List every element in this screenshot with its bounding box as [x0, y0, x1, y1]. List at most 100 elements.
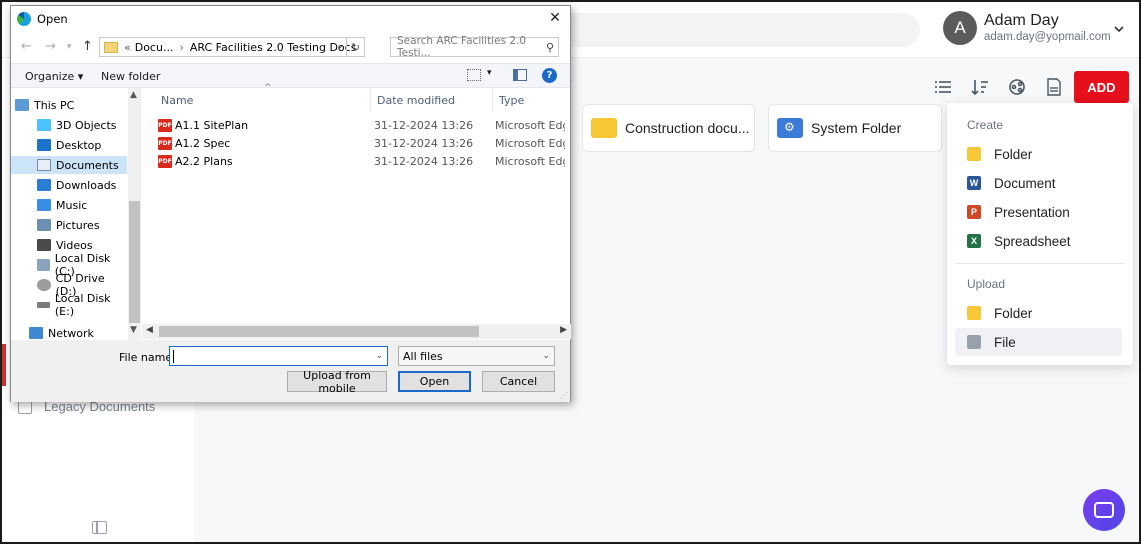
resize-grip-icon[interactable]: ⋰: [560, 391, 568, 400]
refresh-icon[interactable]: ↻: [346, 37, 364, 57]
file-upload-icon: [967, 335, 981, 349]
address-row: ← → ▾ ↑ « Docu... › ARC Facilities 2.0 T…: [11, 35, 570, 60]
folder-icon: [967, 147, 981, 161]
dialog-titlebar: Open: [11, 6, 570, 32]
scroll-down-icon[interactable]: ▼: [130, 325, 137, 335]
navigation-scrollbar[interactable]: ▲ ▼: [128, 88, 141, 340]
chevron-down-icon[interactable]: ▾: [487, 68, 492, 78]
new-folder-button[interactable]: New folder: [101, 70, 160, 83]
upload-from-mobile-button[interactable]: Upload from mobile: [287, 369, 387, 395]
help-icon[interactable]: ?: [542, 68, 557, 83]
file-row[interactable]: PDF A1.2 Spec 31-12-2024 13:26 Microsoft…: [158, 134, 578, 152]
organize-button[interactable]: Organize ▾: [25, 70, 83, 83]
nav-item-3d-objects[interactable]: 3D Objects: [11, 116, 127, 134]
user-menu[interactable]: A Adam Day adam.day@yopmail.com: [943, 11, 1111, 45]
menu-item-create-spreadsheet[interactable]: X Spreadsheet: [955, 227, 1122, 255]
avatar[interactable]: A: [943, 11, 977, 45]
breadcrumb-item[interactable]: ARC Facilities 2.0 Testing Docs: [190, 41, 357, 54]
3d-objects-icon: [37, 119, 51, 131]
chevron-down-icon[interactable]: ⌄: [336, 41, 344, 51]
file-list: Name ^ Date modified Type PDF A1.1 SiteP…: [142, 83, 574, 324]
collapse-sidebar-icon[interactable]: [92, 521, 107, 534]
file-row[interactable]: PDF A2.2 Plans 31-12-2024 13:26 Microsof…: [158, 152, 578, 170]
chevron-down-icon[interactable]: [1114, 24, 1124, 34]
dialog-title: Open: [37, 12, 68, 26]
scrollbar-thumb[interactable]: [129, 201, 140, 323]
dialog-footer: File name: ⌄ All files ⌄ Upload from mob…: [11, 340, 570, 402]
recent-locations-chevron-icon[interactable]: ▾: [67, 42, 72, 52]
chevron-down-icon[interactable]: ⌄: [542, 351, 550, 361]
nav-item-local-disk-e[interactable]: Local Disk (E:): [11, 292, 127, 318]
folder-tile[interactable]: System Folder: [768, 104, 942, 152]
excel-icon: X: [967, 234, 981, 248]
export-xls-icon[interactable]: [1045, 78, 1063, 96]
back-arrow-icon[interactable]: ←: [21, 39, 32, 54]
horizontal-scrollbar[interactable]: ◀ ▶: [142, 324, 571, 339]
folder-search-input[interactable]: Search ARC Facilities 2.0 Testi... ⚲: [390, 35, 559, 59]
scroll-left-icon[interactable]: ◀: [146, 325, 153, 335]
view-options-icon[interactable]: [467, 69, 481, 81]
preview-pane-icon[interactable]: [513, 69, 527, 81]
menu-section-upload: Upload: [967, 277, 1006, 291]
breadcrumb-separator-icon: ›: [179, 40, 184, 54]
up-arrow-icon[interactable]: ↑: [82, 39, 93, 54]
screen-frame: A Adam Day adam.day@yopmail.com Legacy D…: [0, 0, 1141, 544]
column-header-label: Name: [161, 93, 194, 107]
sort-icon[interactable]: [971, 78, 989, 96]
chat-button[interactable]: [1083, 489, 1125, 531]
menu-item-label: Folder: [994, 146, 1033, 162]
list-view-icon[interactable]: [934, 78, 952, 96]
system-folder-icon: [777, 118, 803, 138]
desktop-icon: [37, 139, 51, 151]
disk-icon: [37, 302, 50, 308]
menu-item-label: Folder: [994, 305, 1033, 321]
close-icon[interactable]: ✕: [548, 11, 562, 25]
nav-item-label: Videos: [56, 238, 93, 252]
nav-item-this-pc[interactable]: This PC: [15, 96, 131, 114]
menu-item-upload-folder[interactable]: Folder: [955, 299, 1122, 327]
scroll-right-icon[interactable]: ▶: [560, 325, 567, 335]
column-header-date[interactable]: Date modified: [372, 88, 493, 112]
column-header-name[interactable]: Name ^: [156, 83, 371, 112]
open-button[interactable]: Open: [398, 371, 471, 392]
nav-item-documents[interactable]: Documents: [11, 156, 127, 174]
nav-item-label: This PC: [34, 98, 75, 112]
folder-upload-icon: [967, 306, 981, 320]
file-row[interactable]: PDF A1.1 SitePlan 31-12-2024 13:26 Micro…: [158, 116, 578, 134]
add-button[interactable]: ADD: [1074, 71, 1129, 103]
column-header-type[interactable]: Type: [494, 88, 574, 112]
nav-item-downloads[interactable]: Downloads: [11, 176, 127, 194]
address-bar[interactable]: « Docu... › ARC Facilities 2.0 Testing D…: [99, 37, 365, 57]
folder-tile[interactable]: Construction docu...: [582, 104, 755, 152]
file-date: 31-12-2024 13:26: [374, 118, 474, 132]
file-name-input[interactable]: ⌄: [169, 346, 388, 366]
navigation-pane: This PC 3D Objects Desktop Documents Dow…: [11, 88, 141, 340]
menu-item-label: File: [994, 334, 1016, 350]
folder-tile-label: System Folder: [811, 120, 902, 136]
menu-item-create-document[interactable]: W Document: [955, 169, 1122, 197]
nav-item-music[interactable]: Music: [11, 196, 127, 214]
menu-item-upload-file[interactable]: File: [955, 328, 1122, 356]
menu-item-create-folder[interactable]: Folder: [955, 140, 1122, 168]
powerpoint-icon: P: [967, 205, 981, 219]
cancel-button[interactable]: Cancel: [482, 371, 555, 392]
breadcrumb-overflow[interactable]: «: [124, 41, 131, 54]
forward-arrow-icon[interactable]: →: [45, 39, 56, 54]
nav-item-desktop[interactable]: Desktop: [11, 136, 127, 154]
scroll-up-icon[interactable]: ▲: [130, 90, 137, 100]
nav-item-label: Pictures: [56, 218, 100, 232]
menu-item-label: Document: [994, 175, 1056, 191]
pictures-icon: [37, 219, 51, 231]
file-type-filter[interactable]: All files ⌄: [398, 346, 555, 366]
file-type: Microsoft Edge PDF Document: [495, 118, 565, 132]
breadcrumb-item[interactable]: Docu...: [135, 41, 174, 54]
nav-item-pictures[interactable]: Pictures: [11, 216, 127, 234]
share-icon[interactable]: [1008, 78, 1026, 96]
menu-item-create-presentation[interactable]: P Presentation: [955, 198, 1122, 226]
file-name: A2.2 Plans: [175, 154, 233, 168]
scrollbar-thumb[interactable]: [159, 326, 479, 337]
disk-icon: [37, 259, 50, 271]
chevron-down-icon[interactable]: ⌄: [375, 351, 383, 361]
chat-icon: [1094, 502, 1114, 518]
nav-item-label: Downloads: [56, 178, 117, 192]
